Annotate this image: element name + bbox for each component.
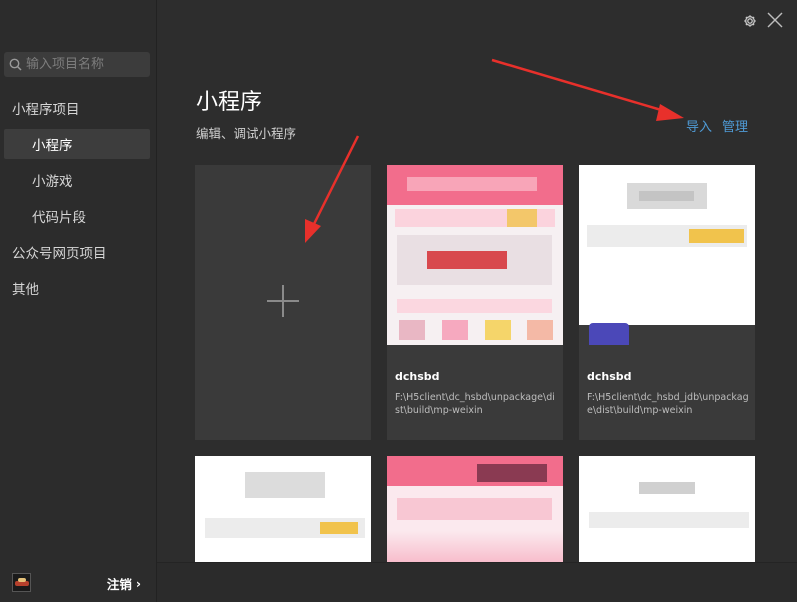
- project-name: dchsbd: [587, 370, 632, 383]
- sidebar-item-miniprogram[interactable]: 小程序: [4, 129, 150, 159]
- project-thumbnail: [245, 472, 325, 498]
- logout-button[interactable]: 注销 ›: [107, 574, 141, 593]
- sidebar-item-label: 小程序项目: [12, 102, 80, 118]
- chevron-right-icon: ›: [135, 576, 141, 591]
- project-path: F:\H5client\dc_hsbd\unpackage\dist\build…: [395, 392, 555, 416]
- project-path: F:\H5client\dc_hsbd_jdb\unpackage\dist\b…: [587, 392, 749, 416]
- avatar[interactable]: [12, 573, 31, 592]
- logout-label: 注销: [106, 577, 132, 592]
- import-link[interactable]: 导入: [686, 116, 712, 135]
- header-actions: 导入 管理: [686, 116, 748, 135]
- page-subtitle: 编辑、调试小程序: [196, 126, 297, 141]
- window-controls: [743, 12, 783, 32]
- project-thumbnail: [579, 165, 755, 345]
- sidebar-item-minigame[interactable]: 小游戏: [32, 165, 73, 195]
- gear-icon[interactable]: [743, 13, 757, 32]
- project-card[interactable]: [579, 456, 755, 566]
- sidebar: 小程序项目 小程序 小游戏 代码片段 公众号网页项目 其他 注销 ›: [0, 0, 157, 602]
- sidebar-item-label: 其他: [12, 282, 39, 298]
- search-icon: [4, 52, 26, 77]
- search-input[interactable]: [26, 57, 144, 72]
- project-card[interactable]: [195, 456, 371, 566]
- project-thumbnail: [639, 482, 695, 494]
- sidebar-item-label: 小游戏: [32, 174, 73, 190]
- main-footer: [157, 562, 797, 602]
- manage-link[interactable]: 管理: [722, 116, 748, 135]
- project-name: dchsbd: [395, 370, 440, 383]
- plus-icon: [266, 284, 300, 322]
- sidebar-footer: 注销 ›: [0, 562, 157, 602]
- search-box[interactable]: [4, 52, 150, 77]
- new-project-card[interactable]: [195, 165, 371, 440]
- project-card[interactable]: [387, 456, 563, 566]
- sidebar-item-code-snippets[interactable]: 代码片段: [32, 201, 86, 231]
- project-card[interactable]: dchsbd F:\H5client\dc_hsbd_jdb\unpackage…: [579, 165, 755, 440]
- page-title: 小程序: [196, 90, 263, 115]
- sidebar-item-miniprogram-projects[interactable]: 小程序项目: [12, 93, 80, 123]
- close-icon[interactable]: [767, 12, 783, 32]
- project-thumbnail: [387, 165, 563, 345]
- sidebar-item-other[interactable]: 其他: [12, 273, 39, 303]
- project-card[interactable]: dchsbd F:\H5client\dc_hsbd\unpackage\dis…: [387, 165, 563, 440]
- sidebar-item-label: 代码片段: [32, 210, 86, 226]
- sidebar-item-official-account-web[interactable]: 公众号网页项目: [12, 237, 107, 267]
- sidebar-item-label: 公众号网页项目: [12, 246, 107, 262]
- sidebar-item-label: 小程序: [32, 138, 73, 154]
